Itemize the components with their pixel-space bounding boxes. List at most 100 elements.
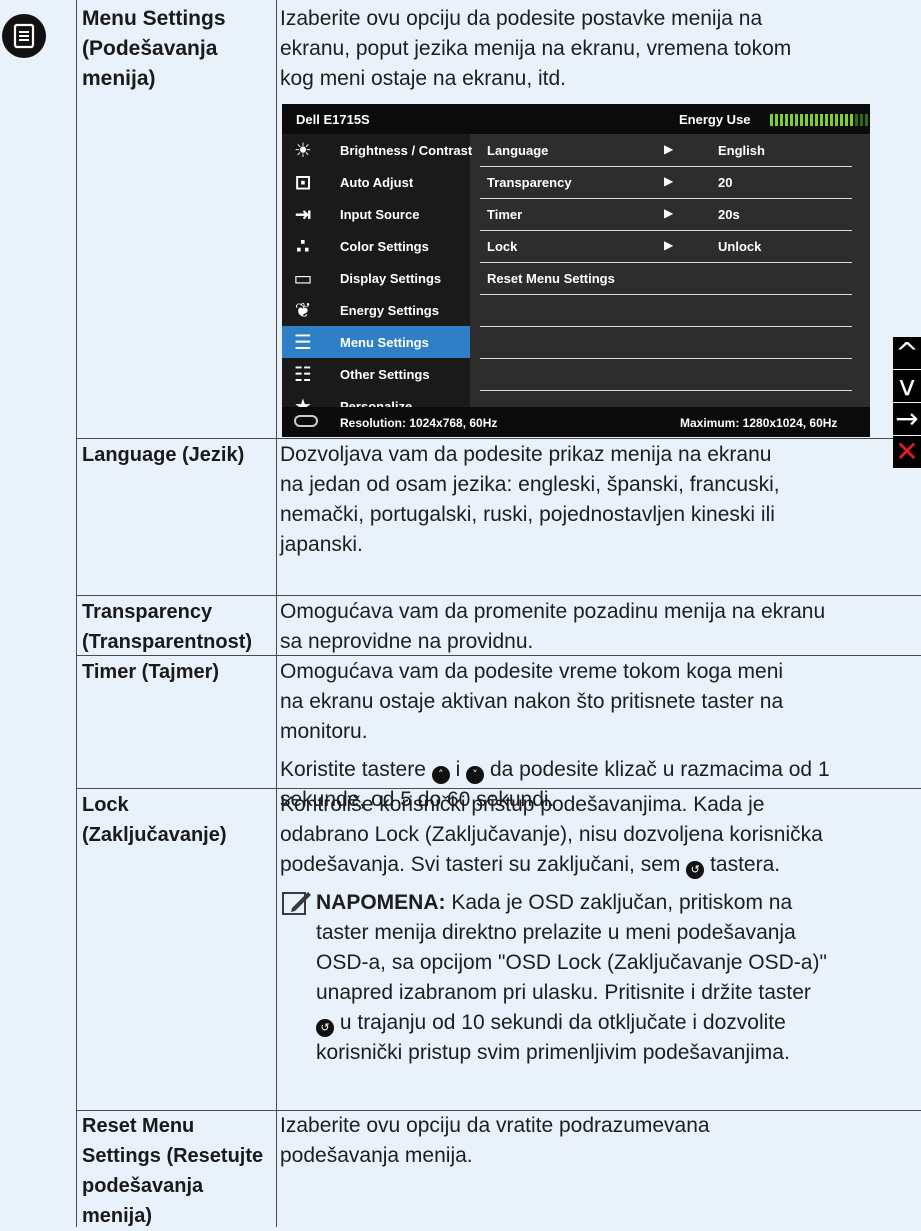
transparency-label: Transparency (Transparentnost) xyxy=(82,601,253,653)
osd-menu-item[interactable]: ☀ Brightness / Contrast xyxy=(282,134,473,166)
osd-menu-item[interactable]: ☷ Other Settings xyxy=(282,358,470,390)
menu-settings-description: Izaberite ovu opciju da podesite postavk… xyxy=(280,7,792,90)
energy-meter-segment xyxy=(805,114,808,126)
osd-maximum: Maximum: 1280x1024, 60Hz xyxy=(680,416,838,430)
table-border-middle xyxy=(276,0,277,1227)
osd-menu-item[interactable]: ⇥ Input Source xyxy=(282,198,470,230)
energy-meter-segment xyxy=(845,114,848,126)
energy-meter-segment xyxy=(835,114,838,126)
submenu-arrow-icon: ▶ xyxy=(664,238,674,252)
row-divider xyxy=(76,438,921,439)
osd-option-row[interactable]: Transparency ▶ 20 xyxy=(480,166,852,199)
lock-label: Lock (Zaključavanje) xyxy=(82,794,227,846)
display-settings-icon: ▭ xyxy=(293,266,313,290)
osd-option-row xyxy=(480,326,852,359)
osd-menu-item-label: Other Settings xyxy=(340,367,430,382)
energy-meter-segment xyxy=(780,114,783,126)
other-settings-icon: ☷ xyxy=(294,362,312,386)
note-pencil-icon xyxy=(282,892,311,915)
submenu-arrow-icon: ▶ xyxy=(664,142,674,156)
timer-label: Timer (Tajmer) xyxy=(82,661,220,683)
up-button-icon: ˄ xyxy=(431,766,450,784)
energy-meter-segment xyxy=(825,114,828,126)
osd-option-row[interactable]: Reset Menu Settings xyxy=(480,262,852,295)
energy-meter-segment xyxy=(775,114,778,126)
monitor-connector-icon xyxy=(294,415,318,427)
table-border-left xyxy=(76,0,77,1227)
menu-icon xyxy=(2,14,46,58)
osd-menu-item-label: Energy Settings xyxy=(340,303,439,318)
osd-option-key: Lock xyxy=(487,239,518,254)
reset-menu-settings-label: Reset Menu Settings (Resetujte podešavan… xyxy=(82,1115,264,1227)
right-arrow-icon[interactable]: → xyxy=(893,403,921,435)
language-label: Language (Jezik) xyxy=(82,444,245,466)
energy-meter-segment xyxy=(795,114,798,126)
lock-description: Kontroliše korisnički pristup podešavanj… xyxy=(280,790,920,1068)
osd-menu-item[interactable]: ❦ Energy Settings xyxy=(282,294,470,326)
energy-meter xyxy=(770,113,870,126)
up-arrow-icon[interactable]: ^ xyxy=(893,337,921,369)
osd-menu-item-label: Input Source xyxy=(340,207,420,222)
osd-option-row[interactable]: Timer ▶ 20s xyxy=(480,198,852,231)
osd-option-row[interactable]: Lock ▶ Unlock xyxy=(480,230,852,263)
osd-option-value: 20s xyxy=(718,207,740,222)
osd-menu-item-label: Menu Settings xyxy=(340,335,429,350)
energy-meter-segment xyxy=(815,114,818,126)
osd-option-key: Reset Menu Settings xyxy=(487,271,615,286)
energy-meter-segment xyxy=(840,114,843,126)
osd-option-key: Transparency xyxy=(487,175,572,190)
auto-adjust-icon: ⊡ xyxy=(294,170,312,194)
energy-meter-segment xyxy=(865,114,868,126)
osd-menu-item[interactable]: ▭ Display Settings xyxy=(282,262,470,294)
menu-settings-label: Menu Settings (Podešavanja menija) xyxy=(82,7,226,90)
energy-meter-segment xyxy=(790,114,793,126)
osd-menu-item-label: Brightness / Contrast xyxy=(340,143,473,158)
osd-option-value: Unlock xyxy=(718,239,762,254)
energy-meter-segment xyxy=(820,114,823,126)
row-divider xyxy=(76,595,921,596)
reset-menu-settings-description: Izaberite ovu opciju da vratite podrazum… xyxy=(280,1114,710,1167)
energy-meter-segment xyxy=(830,114,833,126)
energy-meter-segment xyxy=(855,114,858,126)
note-block: NAPOMENA: Kada je OSD zaključan, pritisk… xyxy=(280,888,920,1068)
input-source-icon: ⇥ xyxy=(294,202,312,226)
submenu-arrow-icon: ▶ xyxy=(664,174,674,188)
back-button-icon: ↺ xyxy=(686,861,705,879)
osd-option-row[interactable]: Language ▶ English xyxy=(480,134,852,167)
osd-menu-item[interactable]: ∴ Color Settings xyxy=(282,230,470,262)
osd-menu-item-label: Auto Adjust xyxy=(340,175,414,190)
energy-meter-segment xyxy=(770,114,773,126)
osd-option-value: 20 xyxy=(718,175,733,190)
osd-bottom-bar: Resolution: 1024x768, 60Hz Maximum: 1280… xyxy=(282,407,870,437)
osd-option-key: Timer xyxy=(487,207,523,222)
osd-menu-item-label: Display Settings xyxy=(340,271,442,286)
color-settings-icon: ∴ xyxy=(296,234,310,258)
osd-option-value: English xyxy=(718,143,765,158)
osd-menu-screenshot: Dell E1715S Energy Use ☀ Brightness / Con… xyxy=(282,104,870,437)
osd-top-bar: Dell E1715S Energy Use xyxy=(282,104,870,134)
energy-meter-segment xyxy=(810,114,813,126)
brightness-icon: ☀ xyxy=(294,138,312,162)
osd-option-row xyxy=(480,294,852,327)
menu-settings-icon: ☰ xyxy=(294,330,312,354)
energy-meter-segment xyxy=(800,114,803,126)
osd-energy-label: Energy Use xyxy=(679,112,751,127)
transparency-description: Omogućava vam da promenite pozadinu meni… xyxy=(280,600,826,653)
back-button-icon: ↺ xyxy=(316,1019,334,1037)
energy-settings-icon: ❦ xyxy=(294,298,312,322)
osd-model-name: Dell E1715S xyxy=(296,112,370,127)
language-description: Dozvoljava vam da podesite prikaz menija… xyxy=(280,443,780,556)
osd-menu-item-label: Color Settings xyxy=(340,239,429,254)
down-button-icon: ˅ xyxy=(466,766,485,784)
down-arrow-icon[interactable]: v xyxy=(893,370,921,402)
osd-resolution: Resolution: 1024x768, 60Hz xyxy=(340,416,498,430)
energy-meter-segment xyxy=(785,114,788,126)
osd-menu-item[interactable]: ☰ Menu Settings xyxy=(282,326,470,358)
submenu-arrow-icon: ▶ xyxy=(664,206,674,220)
osd-menu-item[interactable]: ⊡ Auto Adjust xyxy=(282,166,470,198)
osd-option-key: Language xyxy=(487,143,549,158)
note-label: NAPOMENA: xyxy=(316,891,446,914)
osd-option-row xyxy=(480,358,852,391)
energy-meter-segment xyxy=(850,114,853,126)
energy-meter-segment xyxy=(860,114,863,126)
